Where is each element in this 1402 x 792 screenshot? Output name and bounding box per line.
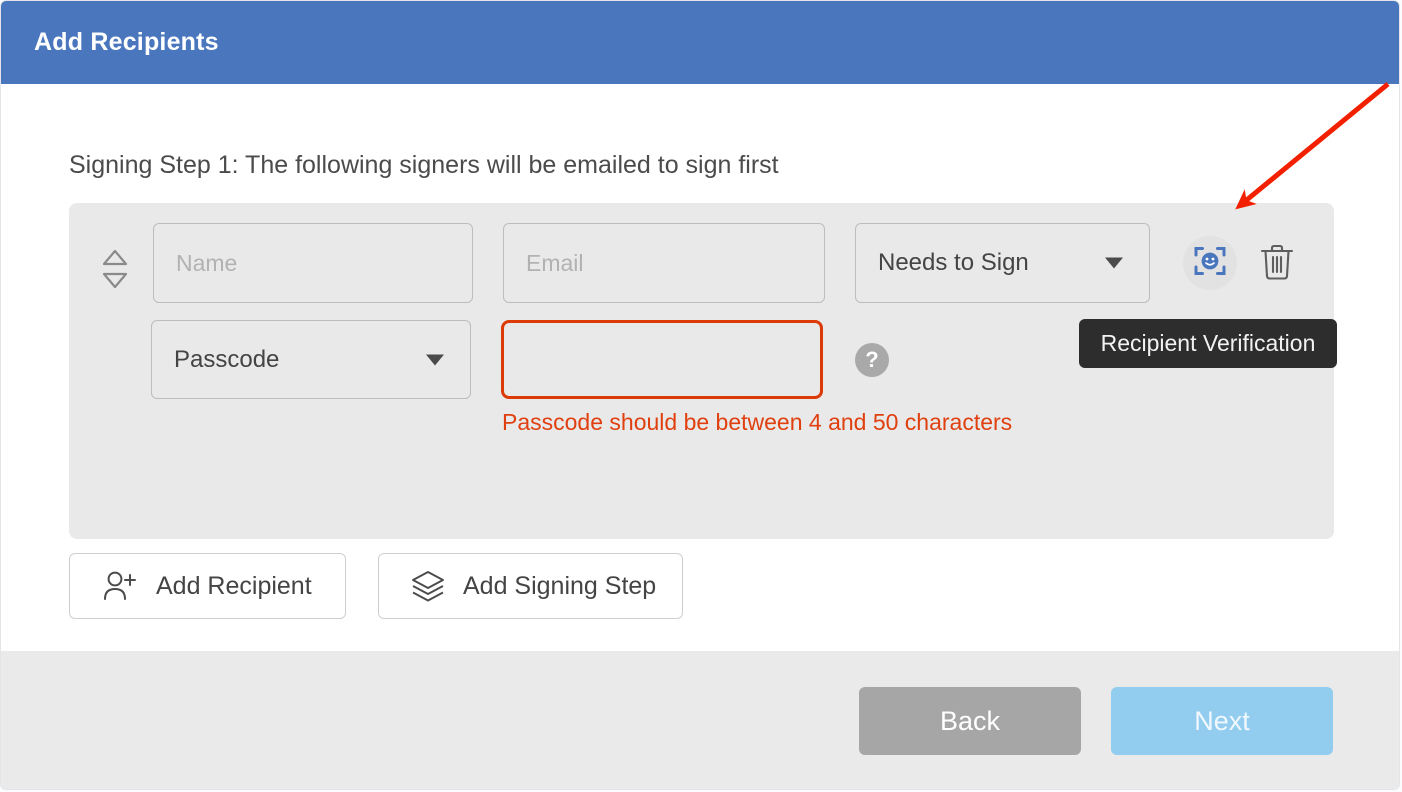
trash-icon [1260,243,1294,286]
chevron-down-icon [1105,257,1123,269]
person-plus-icon [102,569,138,603]
passcode-input[interactable] [501,320,823,399]
recipient-role-select[interactable]: Needs to Sign [855,223,1150,303]
tooltip-text: Recipient Verification [1100,330,1316,356]
recipient-role-value: Needs to Sign [878,249,1029,276]
dialog-title: Add Recipients [34,28,219,56]
dialog-footer: Back Next [1,651,1399,789]
recipient-row-panel: Needs to Sign Passcode ? Passcode should… [69,203,1334,539]
delete-recipient-button[interactable] [1255,241,1299,287]
recipient-verification-icon [1193,244,1227,283]
help-icon[interactable]: ? [855,343,889,377]
add-signing-step-label: Add Signing Step [463,571,657,600]
drag-handle-icon[interactable] [97,247,133,291]
back-button[interactable]: Back [859,687,1081,755]
recipient-auth-value: Passcode [174,345,280,373]
add-recipient-label: Add Recipient [156,571,312,600]
recipient-auth-select[interactable]: Passcode [151,320,471,399]
recipient-name-input[interactable] [153,223,473,303]
add-recipient-button[interactable]: Add Recipient [69,553,346,619]
recipient-verification-tooltip: Recipient Verification [1079,319,1337,368]
chevron-down-icon [426,354,444,365]
add-recipients-dialog: Add Recipients Signing Step 1: The follo… [0,0,1400,790]
signing-step-heading: Signing Step 1: The following signers wi… [69,151,779,179]
dialog-titlebar: Add Recipients [1,1,1399,84]
recipient-email-input[interactable] [503,223,825,303]
layers-icon [411,569,445,603]
passcode-error-message: Passcode should be between 4 and 50 char… [502,409,1013,435]
next-button[interactable]: Next [1111,687,1333,755]
add-signing-step-button[interactable]: Add Signing Step [378,553,683,619]
recipient-verification-button[interactable] [1183,236,1237,290]
